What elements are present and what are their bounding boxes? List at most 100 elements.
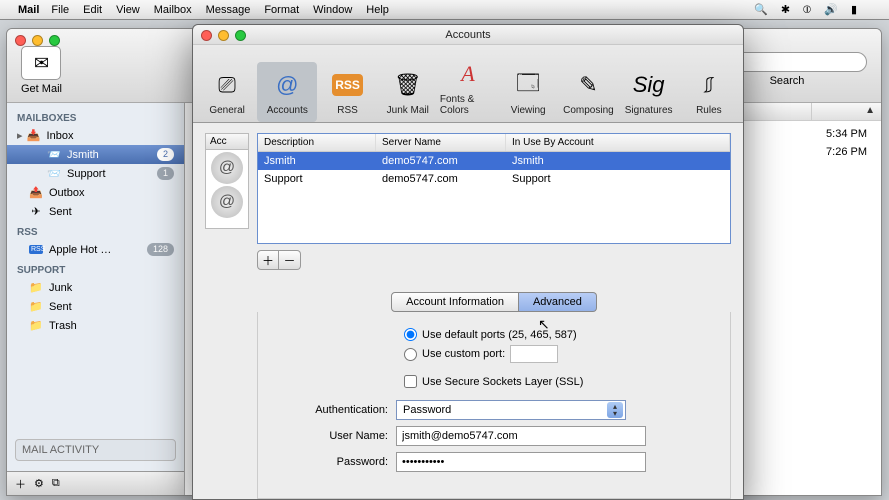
folder-icon: 📁 (29, 300, 43, 313)
app-menu[interactable]: Mail (18, 4, 39, 16)
get-mail-label: Get Mail (21, 83, 62, 95)
checkbox-ssl-input[interactable] (404, 375, 417, 388)
advanced-form: Use default ports (25, 465, 587) Use cus… (257, 312, 731, 499)
new-window-icon[interactable]: ⧉ (52, 477, 60, 490)
mailboxes-sidebar: MAILBOXES ▸ 📥 Inbox 📨 Jsmith 2 📨 Support… (7, 103, 185, 495)
menu-edit[interactable]: Edit (83, 4, 102, 16)
servers-table: Description Server Name In Use By Accoun… (257, 133, 731, 244)
tab-fonts[interactable]: AFonts & Colors (438, 51, 498, 122)
radio-custom-port-input[interactable] (404, 348, 417, 361)
message-time: 7:26 PM (826, 143, 867, 161)
volume-icon[interactable]: 🔊 (824, 4, 838, 16)
rss-icon: RSS (29, 245, 43, 254)
preferences-toolbar: ⎚General @Accounts RSSRSS 🗑Junk Mail AFo… (193, 45, 743, 123)
close-button[interactable] (15, 35, 26, 46)
junk-icon: 🗑 (391, 68, 425, 102)
outbox-icon: 📤 (29, 186, 43, 199)
unread-badge: 1 (157, 167, 174, 180)
tab-junk[interactable]: 🗑Junk Mail (378, 62, 438, 122)
password-field[interactable] (396, 452, 646, 472)
rules-icon: ⎎ (692, 68, 726, 102)
bluetooth-icon[interactable]: ✱ (781, 4, 790, 16)
menu-format[interactable]: Format (264, 4, 299, 16)
minimize-button[interactable] (32, 35, 43, 46)
sidebar-item-sent2[interactable]: 📁 Sent (7, 297, 184, 316)
tab-advanced[interactable]: Advanced (519, 292, 597, 312)
account-avatar-icon[interactable]: @ (211, 152, 243, 184)
inbox-icon: 📥 (27, 129, 41, 142)
menu-file[interactable]: File (51, 4, 69, 16)
zoom-button[interactable] (49, 35, 60, 46)
unread-badge: 128 (147, 243, 174, 256)
mailbox-icon: 📨 (47, 167, 61, 180)
tab-signatures[interactable]: SigSignatures (619, 62, 679, 122)
sidebar-item-sent[interactable]: ✈︎ Sent (7, 202, 184, 221)
viewing-icon: 🗔 (511, 68, 545, 102)
tab-rules[interactable]: ⎎Rules (679, 62, 739, 122)
select-arrows-icon: ▴▾ (607, 402, 623, 418)
action-menu-icon[interactable]: ⚙︎ (34, 477, 44, 490)
authentication-select[interactable]: Password ▴▾ (396, 400, 626, 420)
add-server-button[interactable]: ＋ (257, 250, 279, 270)
sidebar-item-support[interactable]: 📨 Support 1 (7, 164, 184, 183)
menu-help[interactable]: Help (366, 4, 389, 16)
sidebar-item-trash[interactable]: 📁 Trash (7, 316, 184, 335)
remove-server-button[interactable]: － (279, 250, 301, 270)
sidebar-header-mailboxes: MAILBOXES (7, 107, 184, 126)
mailbox-icon: 📨 (47, 148, 61, 161)
sidebar-item-outbox[interactable]: 📤 Outbox (7, 183, 184, 202)
tab-viewing[interactable]: 🗔Viewing (498, 62, 558, 122)
at-sign-icon: @ (270, 68, 304, 102)
menu-mailbox[interactable]: Mailbox (154, 4, 192, 16)
accounts-column-header: Acc (205, 133, 249, 149)
sidebar-item-apple-hot[interactable]: RSS Apple Hot … 128 (7, 240, 184, 259)
radio-custom-port[interactable]: Use custom port: (404, 343, 712, 365)
fonts-icon: A (451, 57, 485, 91)
sidebar-header-rss: RSS (7, 221, 184, 240)
sidebar-item-junk[interactable]: 📁 Junk (7, 278, 184, 297)
table-row[interactable]: Jsmith demo5747.com Jsmith (258, 152, 730, 170)
password-label: Password: (276, 456, 396, 468)
close-button[interactable] (201, 30, 212, 41)
username-field[interactable] (396, 426, 646, 446)
custom-port-field[interactable] (510, 345, 558, 363)
wifi-icon[interactable]: ⦶ (803, 4, 811, 16)
tab-account-information[interactable]: Account Information (391, 292, 519, 312)
menu-window[interactable]: Window (313, 4, 352, 16)
tab-rss[interactable]: RSSRSS (317, 62, 377, 122)
sidebar-item-jsmith[interactable]: 📨 Jsmith 2 (7, 145, 184, 164)
sidebar-item-inbox[interactable]: ▸ 📥 Inbox (7, 126, 184, 145)
authentication-label: Authentication: (276, 404, 396, 416)
zoom-button[interactable] (235, 30, 246, 41)
menu-message[interactable]: Message (206, 4, 251, 16)
col-description[interactable]: Description (258, 134, 376, 151)
message-time: 5:34 PM (826, 125, 867, 143)
get-mail-button[interactable]: ✉︎ (21, 46, 61, 80)
sidebar-header-support: SUPPORT (7, 259, 184, 278)
account-avatar-icon[interactable]: @ (211, 186, 243, 218)
mail-activity-box: MAIL ACTIVITY (15, 439, 176, 461)
composing-icon: ✎ (571, 68, 605, 102)
minimize-button[interactable] (218, 30, 229, 41)
rss-icon: RSS (331, 68, 365, 102)
sent-icon: ✈︎ (29, 205, 43, 218)
checkbox-ssl[interactable]: Use Secure Sockets Layer (SSL) (404, 373, 712, 390)
accounts-list[interactable]: @ @ (205, 149, 249, 229)
col-server-name[interactable]: Server Name (376, 134, 506, 151)
username-label: User Name: (276, 430, 396, 442)
accounts-preferences-window: Accounts ⎚General @Accounts RSSRSS 🗑Junk… (192, 24, 744, 500)
folder-icon: 📁 (29, 319, 43, 332)
tab-general[interactable]: ⎚General (197, 62, 257, 122)
battery-icon[interactable]: ▮ (851, 4, 857, 16)
radio-default-ports[interactable]: Use default ports (25, 465, 587) (404, 326, 712, 343)
menu-view[interactable]: View (116, 4, 140, 16)
tab-accounts[interactable]: @Accounts (257, 62, 317, 122)
col-in-use-by[interactable]: In Use By Account (506, 134, 730, 151)
spotlight-icon[interactable]: 🔍 (754, 4, 768, 16)
menubar: Mail File Edit View Mailbox Message Form… (0, 0, 889, 20)
table-row[interactable]: Support demo5747.com Support (258, 170, 730, 188)
radio-default-ports-input[interactable] (404, 328, 417, 341)
unread-badge: 2 (157, 148, 174, 161)
tab-composing[interactable]: ✎Composing (558, 62, 618, 122)
add-mailbox-button[interactable]: ＋ (15, 476, 26, 492)
